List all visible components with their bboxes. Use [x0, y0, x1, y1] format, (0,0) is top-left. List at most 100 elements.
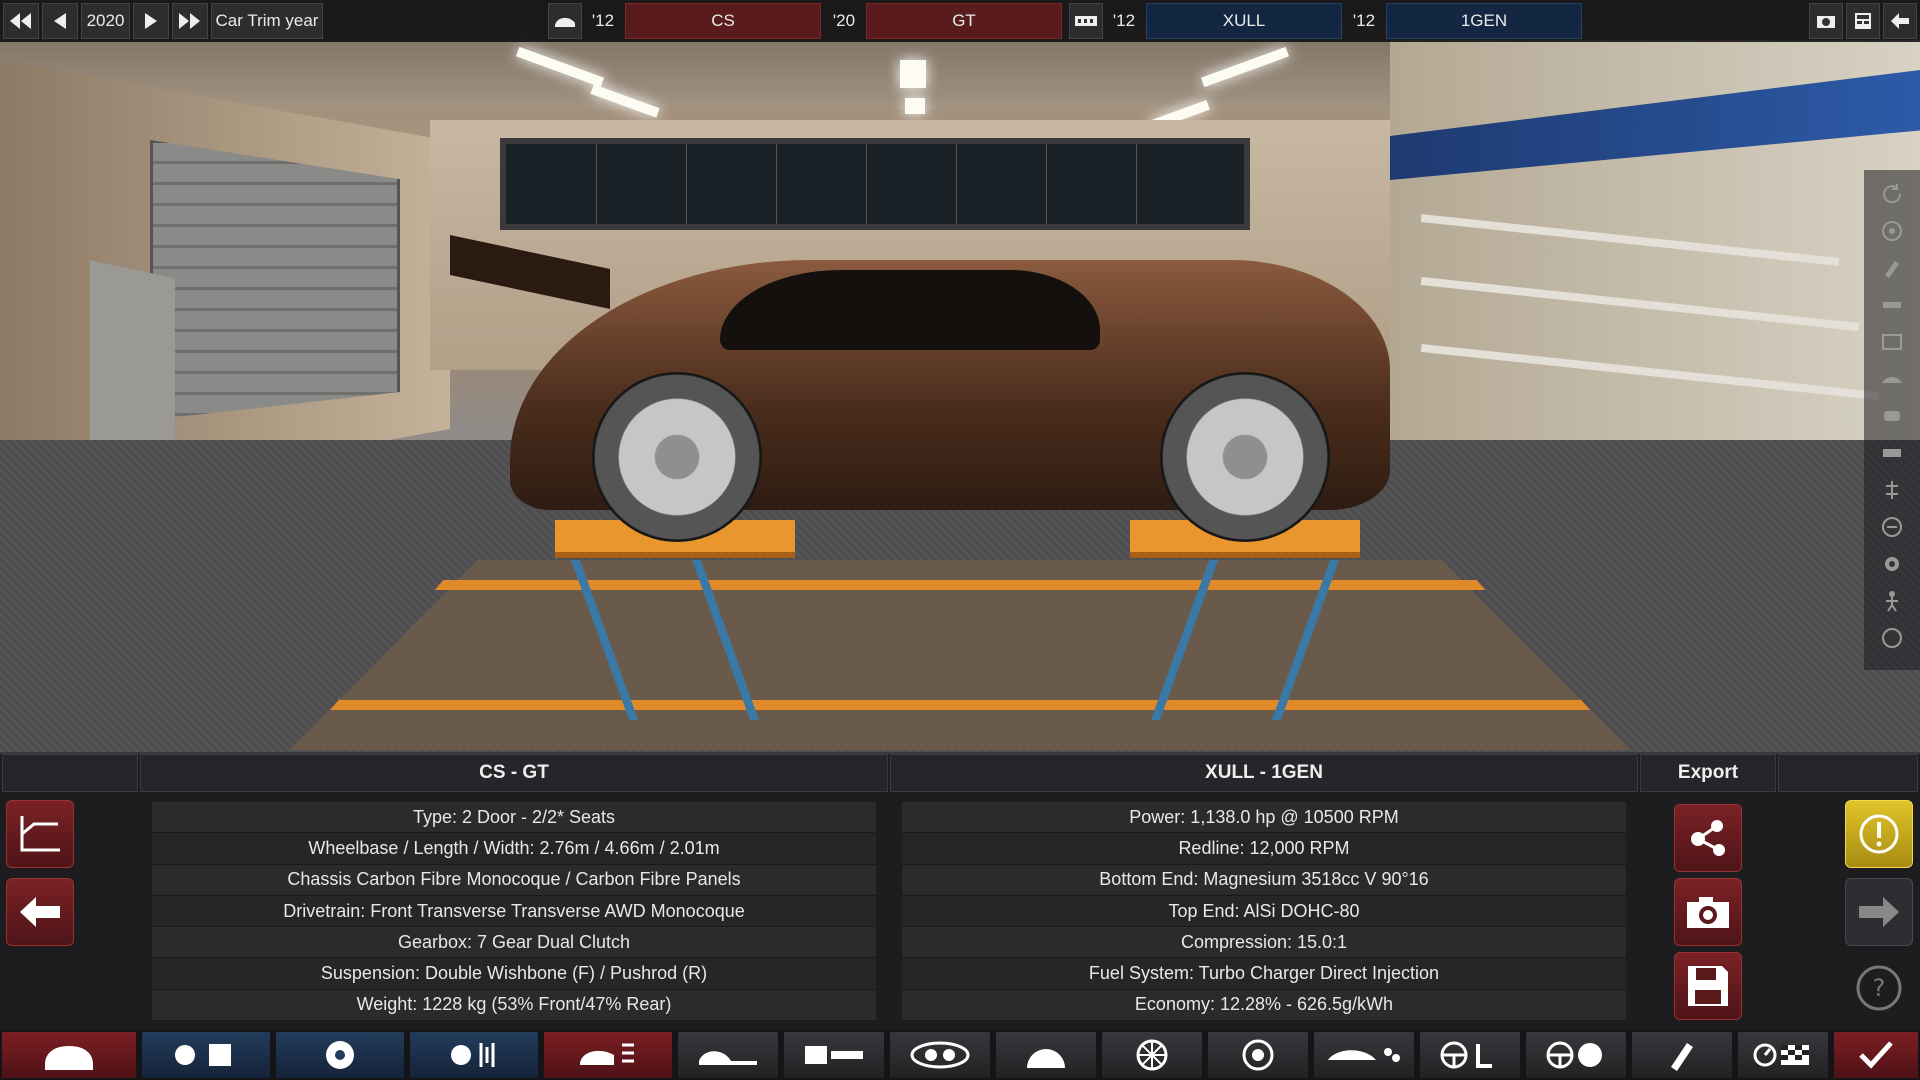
spec-row: Top End: AlSi DOHC-80	[902, 895, 1626, 928]
export-title: Export	[1640, 754, 1776, 792]
car-model-icon	[45, 1046, 93, 1070]
car-wheel-front	[1160, 372, 1330, 542]
save-button[interactable]	[1674, 952, 1742, 1020]
spec-row: Drivetrain: Front Transverse Transverse …	[152, 895, 876, 928]
help-button[interactable]: ?	[1845, 954, 1913, 1022]
interior-icon	[1440, 1041, 1492, 1069]
car-selector-button[interactable]	[548, 3, 582, 39]
person-icon[interactable]	[1880, 589, 1904, 613]
model-year: '12	[591, 11, 615, 30]
tool-paint[interactable]	[1632, 1032, 1732, 1078]
test-track-icon	[1753, 1043, 1809, 1067]
steering-icon	[1546, 1041, 1602, 1069]
play-icon	[145, 13, 157, 29]
engine-design-icon	[326, 1041, 354, 1069]
tool-suspension[interactable]	[784, 1032, 884, 1078]
tool-chassis[interactable]	[678, 1032, 778, 1078]
car-body-icon	[580, 1043, 634, 1065]
tool-engine-tune[interactable]	[410, 1032, 538, 1078]
trim-name[interactable]: GT	[866, 3, 1062, 39]
tool-car-model[interactable]	[2, 1032, 136, 1078]
fast-forward-button[interactable]	[172, 3, 208, 39]
chart-icon	[20, 816, 60, 852]
variant-name[interactable]: 1GEN	[1386, 3, 1582, 39]
top-bar: 2020 Car Trim year '12 CS '20 GT '12 XUL…	[0, 0, 1920, 42]
tool-finish-check[interactable]	[1834, 1032, 1918, 1078]
car-spec-list: Type: 2 Door - 2/2* Seats Wheelbase / Le…	[152, 802, 876, 1022]
circle-icon[interactable]	[1880, 626, 1904, 650]
camera-icon	[1687, 897, 1729, 928]
tool-test-track[interactable]	[1738, 1032, 1828, 1078]
spec-row: Weight: 1228 kg (53% Front/47% Rear)	[152, 989, 876, 1022]
engine-spec-list: Power: 1,138.0 hp @ 10500 RPM Redline: 1…	[902, 802, 1626, 1022]
back-button[interactable]	[1883, 3, 1917, 39]
screenshot-button[interactable]	[1809, 3, 1843, 39]
tool-wheels[interactable]	[1102, 1032, 1202, 1078]
photo-button[interactable]	[1674, 878, 1742, 946]
design-step-toolbar	[0, 1030, 1920, 1080]
gearbox-icon[interactable]	[1880, 441, 1904, 465]
svg-text:?: ?	[1873, 974, 1886, 1002]
year-label: Car Trim year	[211, 3, 323, 39]
aero-icon	[1328, 1048, 1400, 1062]
tool-engine-files[interactable]	[142, 1032, 270, 1078]
engine-tune-icon	[451, 1043, 495, 1067]
play-button[interactable]	[133, 3, 169, 39]
calculator-button[interactable]	[1846, 3, 1880, 39]
engine-files-icon	[175, 1044, 231, 1066]
rewind-button[interactable]	[3, 3, 39, 39]
camera-icon	[1817, 16, 1835, 28]
tool-tyres[interactable]	[1208, 1032, 1308, 1078]
car-window	[720, 270, 1100, 350]
stats-button[interactable]	[6, 800, 74, 868]
settings-icon[interactable]	[1880, 552, 1904, 576]
ceiling-light	[900, 60, 926, 88]
view-tool-strip	[1864, 170, 1920, 670]
next-step-button[interactable]	[1845, 878, 1913, 946]
back-icon	[1891, 13, 1909, 29]
variant-year: '12	[1352, 11, 1376, 30]
left-column-header	[2, 754, 138, 792]
engine-year: '12	[1112, 11, 1136, 30]
spec-row: Chassis Carbon Fibre Monocoque / Carbon …	[152, 864, 876, 896]
warning-button[interactable]	[1845, 800, 1913, 868]
share-button[interactable]	[1674, 804, 1742, 872]
rotate-icon[interactable]	[1880, 182, 1904, 206]
paint-icon[interactable]	[1880, 256, 1904, 280]
help-icon: ?	[1856, 965, 1902, 1011]
body-icon[interactable]	[1880, 367, 1904, 391]
previous-step-button[interactable]	[6, 878, 74, 946]
tool-brakes[interactable]	[996, 1032, 1096, 1078]
spec-row: Wheelbase / Length / Width: 2.76m / 4.66…	[152, 833, 876, 865]
finish-check-icon	[1859, 1041, 1893, 1069]
engine-selector-button[interactable]	[1069, 3, 1103, 39]
calculator-icon	[1855, 13, 1871, 29]
spec-row: Type: 2 Door - 2/2* Seats	[152, 802, 876, 834]
engine-icon[interactable]	[1880, 404, 1904, 428]
summary-panel: CS - GT XULL - 1GEN Export Type: 2 Door …	[0, 752, 1920, 1030]
spec-row: Bottom End: Magnesium 3518cc V 90°16	[902, 864, 1626, 896]
tool-drivetrain[interactable]	[890, 1032, 990, 1078]
chassis-icon[interactable]	[1880, 293, 1904, 317]
wheel-icon[interactable]	[1880, 219, 1904, 243]
engine-name[interactable]: XULL	[1146, 3, 1342, 39]
expand-strip-icon[interactable]	[1834, 404, 1854, 428]
warning-icon	[1859, 814, 1899, 854]
suspension-icon	[805, 1046, 863, 1064]
year-value[interactable]: 2020	[81, 3, 130, 39]
tool-steering[interactable]	[1526, 1032, 1626, 1078]
tool-car-body[interactable]	[544, 1032, 672, 1078]
car-summary-title: CS - GT	[140, 754, 888, 792]
back-window	[500, 138, 1250, 230]
suspension-icon[interactable]	[1880, 478, 1904, 502]
garage-viewport[interactable]	[0, 0, 1920, 752]
model-name[interactable]: CS	[625, 3, 821, 39]
tool-aero[interactable]	[1314, 1032, 1414, 1078]
car-wheel-rear	[592, 372, 762, 542]
tool-engine-design[interactable]	[276, 1032, 404, 1078]
tool-interior[interactable]	[1420, 1032, 1520, 1078]
brake-icon[interactable]	[1880, 515, 1904, 539]
panel-icon[interactable]	[1880, 330, 1904, 354]
step-back-button[interactable]	[42, 3, 78, 39]
brakes-icon	[1027, 1049, 1065, 1068]
